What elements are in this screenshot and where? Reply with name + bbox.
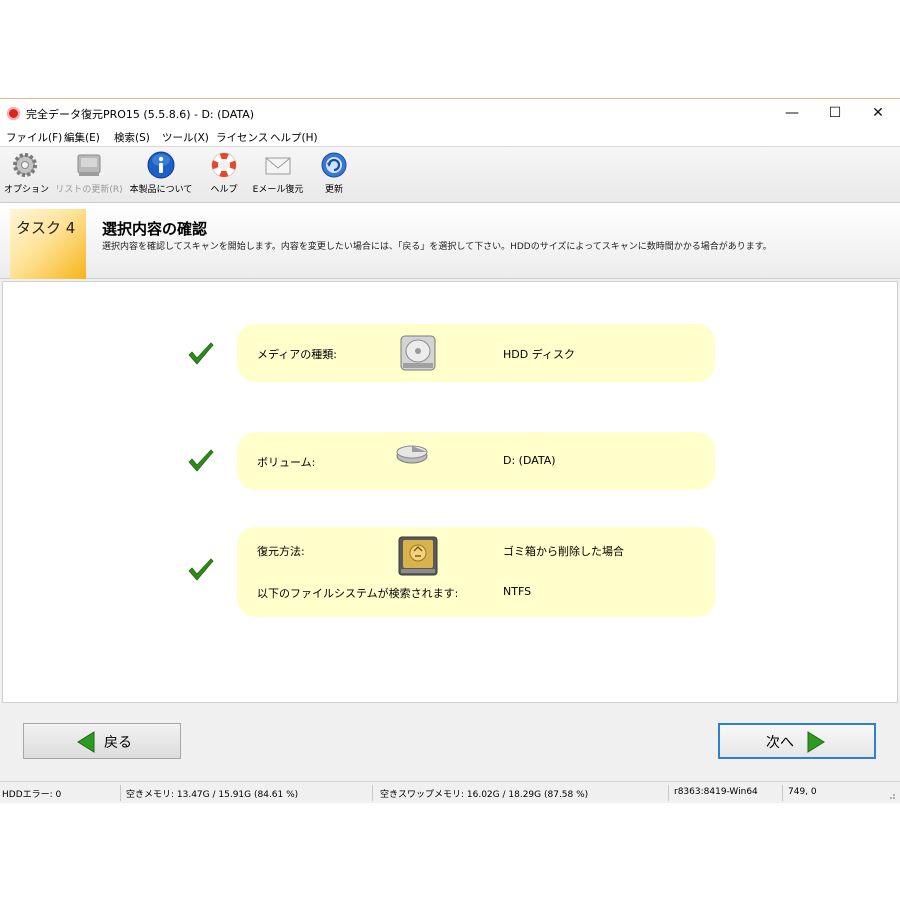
summary-panel: メディアの種類: HDD ディスク ボリューム: D: (DATA) 復元方法:… (2, 281, 898, 703)
media-type-row: メディアの種類: HDD ディスク (237, 324, 715, 382)
menu-file[interactable]: ファイル(F) (6, 130, 62, 145)
recycle-bin-drive-icon (398, 536, 438, 576)
envelope-icon (265, 157, 291, 175)
task-step-number: タスク 4 (16, 219, 76, 237)
toolbar: オプション リストの更新(R) 本製品について ヘルプ Eメール復元 更新 (0, 147, 900, 203)
toolbar-about-label: 本製品について (129, 185, 193, 195)
arrow-right-icon (807, 731, 825, 753)
toolbar-refresh-list[interactable]: リストの更新(R) (54, 150, 124, 195)
status-coords: 749, 0 (788, 787, 817, 797)
recovery-method-label: 復元方法: (257, 545, 305, 558)
next-button[interactable]: 次へ (718, 723, 876, 759)
arrow-left-icon (77, 731, 95, 753)
drive-refresh-icon (77, 154, 101, 176)
menu-help[interactable]: ヘルプ(H) (270, 130, 318, 145)
toolbar-options[interactable]: オプション (4, 150, 50, 195)
status-bar: HDDエラー: 0 空きメモリ: 13.47G / 15.91G (84.61 … (0, 781, 900, 803)
navigation-footer: 戻る 次へ (0, 707, 900, 779)
checkmark-icon (188, 558, 214, 581)
media-type-label: メディアの種類: (257, 348, 337, 361)
checkmark-icon (188, 449, 214, 472)
status-separator (372, 785, 373, 801)
toolbar-about[interactable]: 本製品について (126, 150, 196, 195)
media-type-value: HDD ディスク (503, 348, 575, 361)
menu-search[interactable]: 検索(S) (114, 130, 150, 145)
status-free-swap: 空きスワップメモリ: 16.02G / 18.29G (87.58 %) (380, 790, 589, 800)
app-logo-icon (7, 107, 20, 120)
status-separator (120, 785, 121, 801)
gear-icon (13, 153, 37, 177)
task-step-tab: タスク 4 (10, 209, 86, 279)
back-button-label: 戻る (104, 735, 132, 751)
update-globe-icon (321, 152, 347, 178)
toolbar-help-label: ヘルプ (210, 185, 238, 195)
resize-grip-icon[interactable] (886, 790, 896, 800)
status-hdd-errors: HDDエラー: 0 (2, 790, 62, 800)
volume-value: D: (DATA) (503, 454, 556, 467)
recovery-method-value: ゴミ箱から削除した場合 (503, 545, 624, 558)
status-separator (782, 785, 783, 801)
task-description: 選択内容を確認してスキャンを開始します。内容を変更したい場合には、「戻る」を選択… (102, 242, 772, 252)
checkmark-icon (188, 342, 214, 365)
toolbar-help[interactable]: ヘルプ (204, 150, 244, 195)
filesystem-value: NTFS (503, 585, 532, 598)
volume-disk-icon (396, 445, 428, 464)
lifebuoy-icon (211, 152, 237, 178)
toolbar-options-label: オプション (4, 185, 50, 195)
task-header: タスク 4 選択内容の確認 選択内容を確認してスキャンを開始します。内容を変更し… (0, 203, 900, 279)
close-button[interactable]: ✕ (858, 102, 898, 124)
recovery-method-row: 復元方法: ゴミ箱から削除した場合 以下のファイルシステムが検索されます: NT… (237, 527, 715, 617)
menu-edit[interactable]: 編集(E) (64, 130, 100, 145)
toolbar-email-recovery-label: Eメール復元 (252, 185, 304, 195)
volume-label: ボリューム: (257, 456, 316, 469)
minimize-button[interactable]: — (772, 102, 812, 124)
title-bar: 完全データ復元PRO15 (5.5.8.6) - D: (DATA) — ☐ ✕ (0, 99, 900, 127)
toolbar-email-recovery[interactable]: Eメール復元 (250, 150, 306, 195)
status-separator (668, 785, 669, 801)
status-build: r8363:8419-Win64 (674, 787, 758, 797)
volume-row: ボリューム: D: (DATA) (237, 432, 715, 490)
toolbar-update-label: 更新 (324, 185, 343, 195)
next-button-label: 次へ (766, 735, 794, 751)
status-free-memory: 空きメモリ: 13.47G / 15.91G (84.61 %) (126, 790, 299, 800)
filesystem-label: 以下のファイルシステムが検索されます: (257, 587, 459, 600)
app-window: 完全データ復元PRO15 (5.5.8.6) - D: (DATA) — ☐ ✕… (0, 98, 900, 803)
back-button[interactable]: 戻る (23, 723, 181, 759)
info-icon (147, 151, 175, 179)
hdd-icon (400, 335, 436, 371)
window-title: 完全データ復元PRO15 (5.5.8.6) - D: (DATA) (26, 108, 255, 121)
toolbar-update[interactable]: 更新 (314, 150, 354, 195)
menu-license[interactable]: ライセンス (216, 130, 268, 145)
menu-tools[interactable]: ツール(X) (162, 130, 209, 145)
toolbar-refresh-list-label: リストの更新(R) (55, 185, 123, 195)
task-title: 選択内容の確認 (102, 220, 208, 238)
menu-bar: ファイル(F) 編集(E) 検索(S) ツール(X) ライセンス ヘルプ(H) (0, 127, 900, 147)
maximize-button[interactable]: ☐ (815, 102, 855, 124)
